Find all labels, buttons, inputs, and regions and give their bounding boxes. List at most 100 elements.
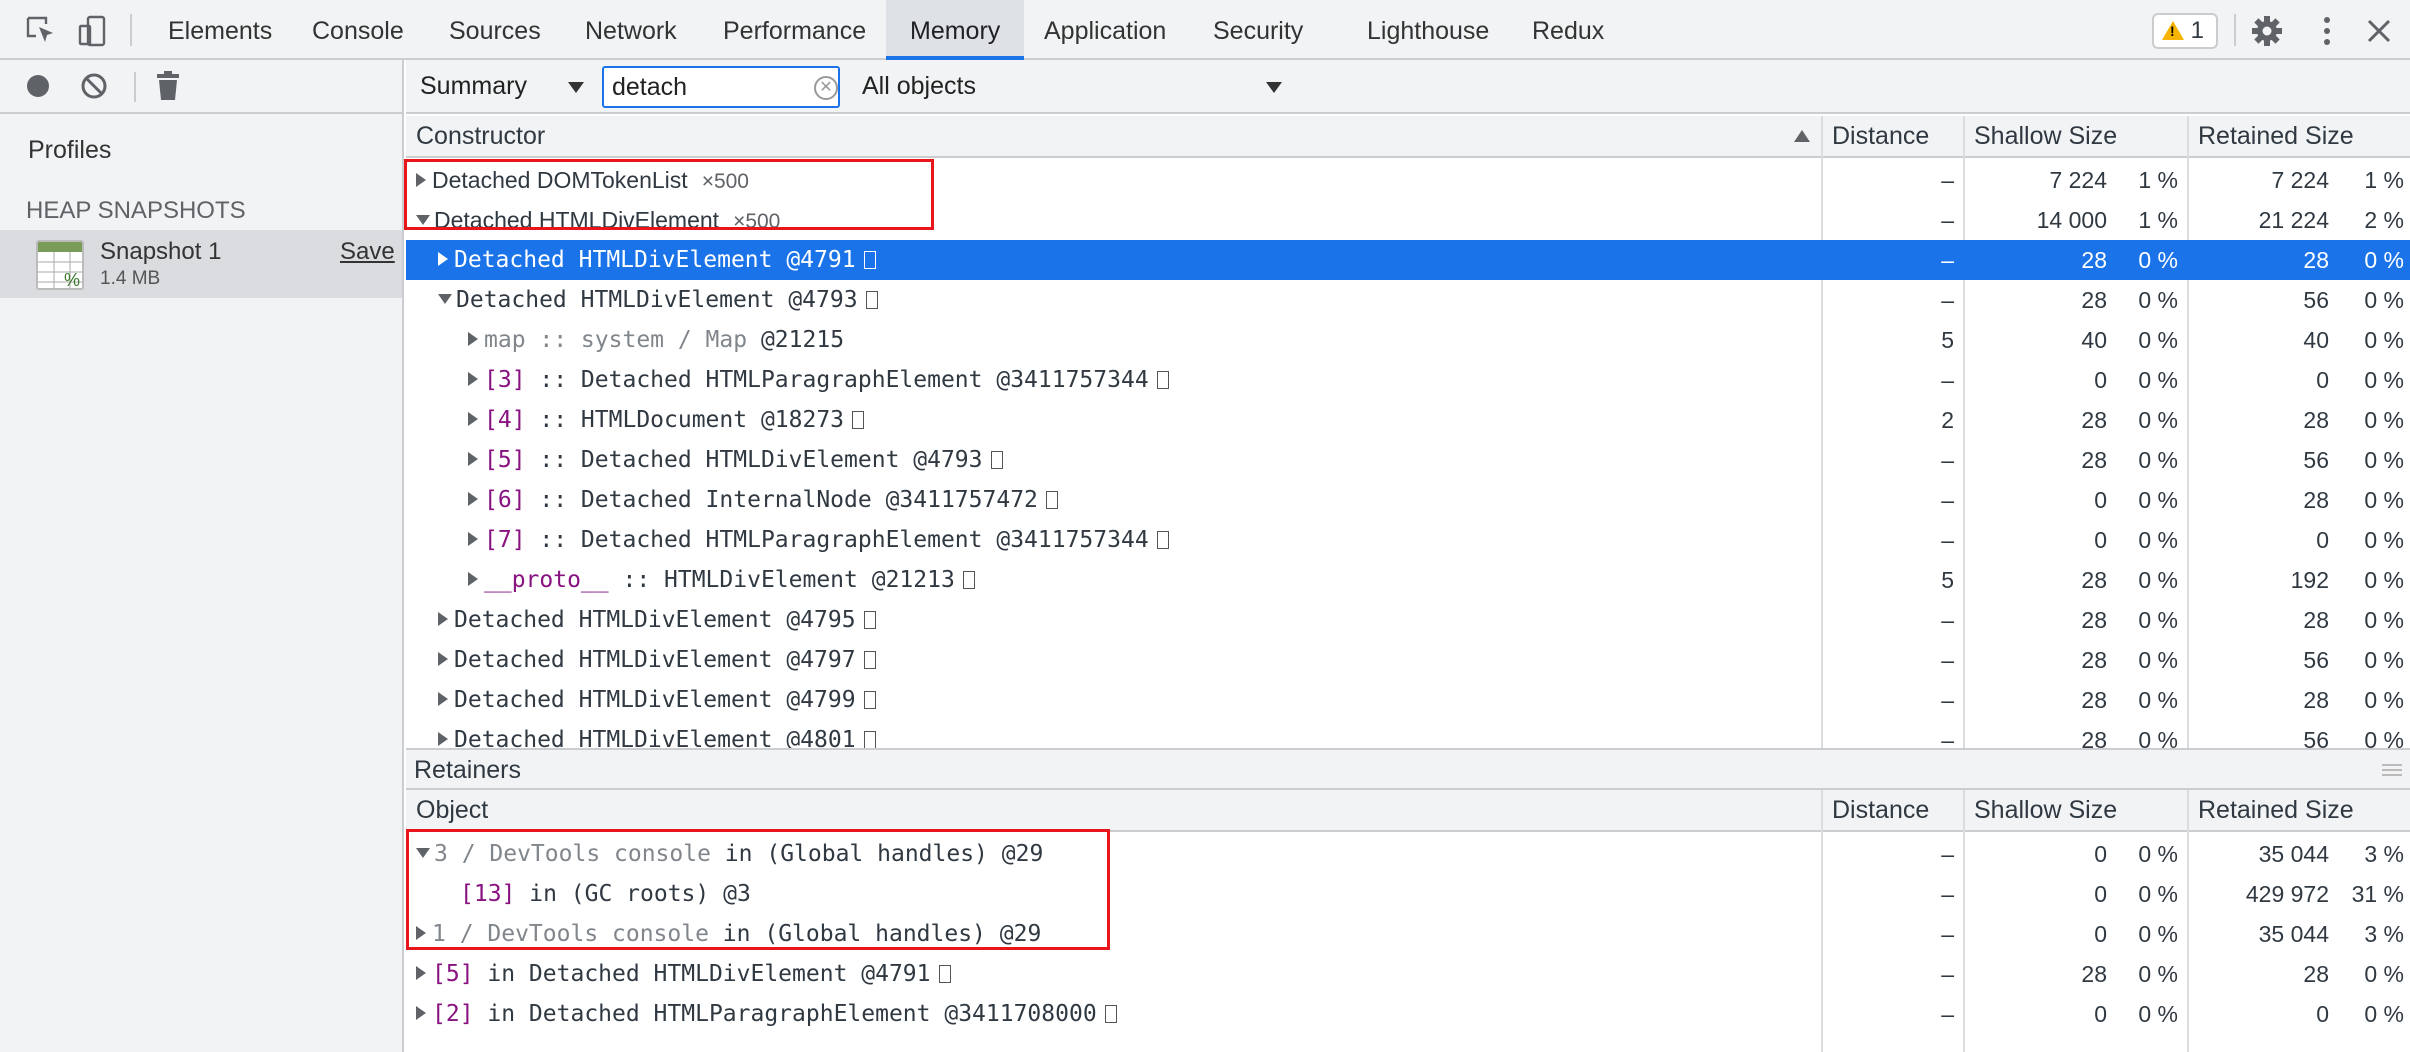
class-filter-input[interactable] xyxy=(602,66,840,108)
retained-size-cell: 28 xyxy=(2303,687,2329,713)
tab-console[interactable]: Console xyxy=(288,0,428,60)
triangle-right-icon[interactable] xyxy=(468,572,478,586)
retained-percent-cell: 0 % xyxy=(2364,407,2404,433)
save-snapshot-link[interactable]: Save xyxy=(340,238,395,266)
issues-counter-button[interactable]: ! 1 xyxy=(2152,13,2218,49)
object-column-header[interactable]: Object xyxy=(416,796,488,825)
clear-all-icon[interactable] xyxy=(80,72,108,100)
table-row[interactable]: __proto__ :: HTMLDivElement @21213 5 28 0 %… xyxy=(406,560,2410,600)
triangle-right-icon[interactable] xyxy=(438,612,448,626)
tab-security[interactable]: Security xyxy=(1189,0,1327,60)
tab-performance[interactable]: Performance xyxy=(699,0,890,60)
shallow-percent-cell: 0 % xyxy=(2138,527,2178,553)
table-row[interactable]: Detached HTMLDivElement @4797 – 28 0 % 56 0 % xyxy=(406,640,2410,680)
tab-redux[interactable]: Redux xyxy=(1508,0,1628,60)
retained-size-cell: 56 xyxy=(2303,727,2329,748)
name-text: @21215 xyxy=(747,327,845,353)
shallow-percent-cell: 0 % xyxy=(2138,487,2178,513)
table-row[interactable]: [2] in Detached HTMLParagraphElement @34… xyxy=(406,994,2410,1034)
triangle-right-icon[interactable] xyxy=(438,692,448,706)
triangle-right-icon[interactable] xyxy=(438,652,448,666)
retained-percent-cell: 2 % xyxy=(2364,207,2404,233)
trash-icon[interactable] xyxy=(154,70,182,102)
tab-elements[interactable]: Elements xyxy=(144,0,296,60)
close-icon[interactable] xyxy=(2362,14,2396,48)
inspect-element-icon[interactable] xyxy=(24,14,58,48)
node-link-icon[interactable] xyxy=(962,571,975,589)
constructor-column-header[interactable]: Constructor xyxy=(416,122,545,151)
triangle-right-icon[interactable] xyxy=(416,1006,426,1020)
table-row[interactable]: [5] :: Detached HTMLDivElement @4793 – 28 0… xyxy=(406,440,2410,480)
shallow-size-cell: 0 xyxy=(2094,367,2107,393)
retained-size-column-header[interactable]: Retained Size xyxy=(2198,796,2354,825)
more-options-icon[interactable] xyxy=(2310,14,2344,48)
node-link-icon[interactable] xyxy=(1045,491,1058,509)
tab-sources[interactable]: Sources xyxy=(425,0,565,60)
objects-select[interactable]: All objects xyxy=(862,72,976,101)
shallow-size-column-header[interactable]: Shallow Size xyxy=(1974,122,2117,151)
node-link-icon[interactable] xyxy=(1104,1005,1117,1023)
shallow-size-cell: 0 xyxy=(2094,1001,2107,1027)
triangle-right-icon[interactable] xyxy=(468,492,478,506)
node-link-icon[interactable] xyxy=(990,451,1003,469)
clear-filter-icon[interactable]: ✕ xyxy=(814,76,838,100)
triangle-right-icon[interactable] xyxy=(438,252,448,266)
triangle-right-icon[interactable] xyxy=(438,732,448,746)
node-link-icon[interactable] xyxy=(1156,531,1169,549)
view-select[interactable]: Summary xyxy=(420,72,527,101)
table-row[interactable]: Detached HTMLDivElement @4795 – 28 0 % 28 0 % xyxy=(406,600,2410,640)
retained-size-column-header[interactable]: Retained Size xyxy=(2198,122,2354,151)
node-link-icon[interactable] xyxy=(865,291,878,309)
triangle-right-icon[interactable] xyxy=(468,412,478,426)
node-link-icon[interactable] xyxy=(852,411,865,429)
retained-size-cell: 28 xyxy=(2303,607,2329,633)
shallow-percent-cell: 0 % xyxy=(2138,961,2178,987)
table-row[interactable]: Detached HTMLDivElement @4801 – 28 0 % 56 0 % xyxy=(406,720,2410,748)
tab-network[interactable]: Network xyxy=(561,0,701,60)
tab-memory[interactable]: Memory xyxy=(886,0,1025,60)
tab-lighthouse[interactable]: Lighthouse xyxy=(1343,0,1513,60)
name-cell: Detached HTMLDivElement @4801 xyxy=(438,720,1806,748)
table-row[interactable]: map :: system / Map @21215 5 40 0 % 40 0 % xyxy=(406,320,2410,360)
shallow-size-column-header[interactable]: Shallow Size xyxy=(1974,796,2117,825)
node-link-icon[interactable] xyxy=(863,651,876,669)
table-row[interactable]: [5] in Detached HTMLDivElement @4791 – 28 0… xyxy=(406,954,2410,994)
triangle-right-icon[interactable] xyxy=(416,966,426,980)
table-row[interactable]: Detached HTMLDivElement @4793 – 28 0 % 56 0 % xyxy=(406,280,2410,320)
distance-column-header[interactable]: Distance xyxy=(1832,122,1929,151)
device-toolbar-icon[interactable] xyxy=(76,14,110,48)
name-text: :: Detached HTMLDivElement @4793 xyxy=(525,447,983,473)
triangle-down-icon[interactable] xyxy=(438,294,452,304)
record-icon[interactable] xyxy=(24,72,52,100)
node-link-icon[interactable] xyxy=(863,691,876,709)
node-link-icon[interactable] xyxy=(863,611,876,629)
snapshot-name: Snapshot 1 xyxy=(100,238,222,265)
table-row[interactable]: [3] :: Detached HTMLParagraphElement @34… xyxy=(406,360,2410,400)
tab-application[interactable]: Application xyxy=(1020,0,1190,60)
distance-column-header[interactable]: Distance xyxy=(1832,796,1929,825)
retained-percent-cell: 0 % xyxy=(2364,487,2404,513)
node-link-icon[interactable] xyxy=(863,251,876,269)
node-link-icon[interactable] xyxy=(938,965,951,983)
table-row[interactable]: [4] :: HTMLDocument @18273 2 28 0 % 28 0 % xyxy=(406,400,2410,440)
distance-cell: – xyxy=(1941,287,1954,313)
node-link-icon[interactable] xyxy=(1156,371,1169,389)
tab-label: Lighthouse xyxy=(1367,17,1490,45)
snapshot-item[interactable]: % Snapshot 1 1.4 MB Save xyxy=(0,230,402,298)
name-text: Detached HTMLDivElement @4795 xyxy=(454,607,856,633)
drag-handle-icon[interactable] xyxy=(2382,762,2402,778)
table-row[interactable]: Detached HTMLDivElement @4799 – 28 0 % 28 0 % xyxy=(406,680,2410,720)
table-row[interactable]: [6] :: Detached InternalNode @3411757472… xyxy=(406,480,2410,520)
name-text: :: Detached HTMLParagraphElement @341175… xyxy=(525,527,1149,553)
triangle-right-icon[interactable] xyxy=(468,452,478,466)
selected-table-row[interactable]: Detached HTMLDivElement @4791 – 28 0 % 28 0 % xyxy=(406,240,2410,280)
tab-label: Application xyxy=(1044,17,1167,45)
triangle-right-icon[interactable] xyxy=(468,532,478,546)
node-link-icon[interactable] xyxy=(863,731,876,748)
gear-icon[interactable] xyxy=(2250,14,2284,48)
triangle-right-icon[interactable] xyxy=(468,332,478,346)
table-row[interactable]: [7] :: Detached HTMLParagraphElement @34… xyxy=(406,520,2410,560)
triangle-right-icon[interactable] xyxy=(468,372,478,386)
tab-label: Memory xyxy=(910,17,1001,45)
name-text: Detached HTMLDivElement @4793 xyxy=(456,287,858,313)
